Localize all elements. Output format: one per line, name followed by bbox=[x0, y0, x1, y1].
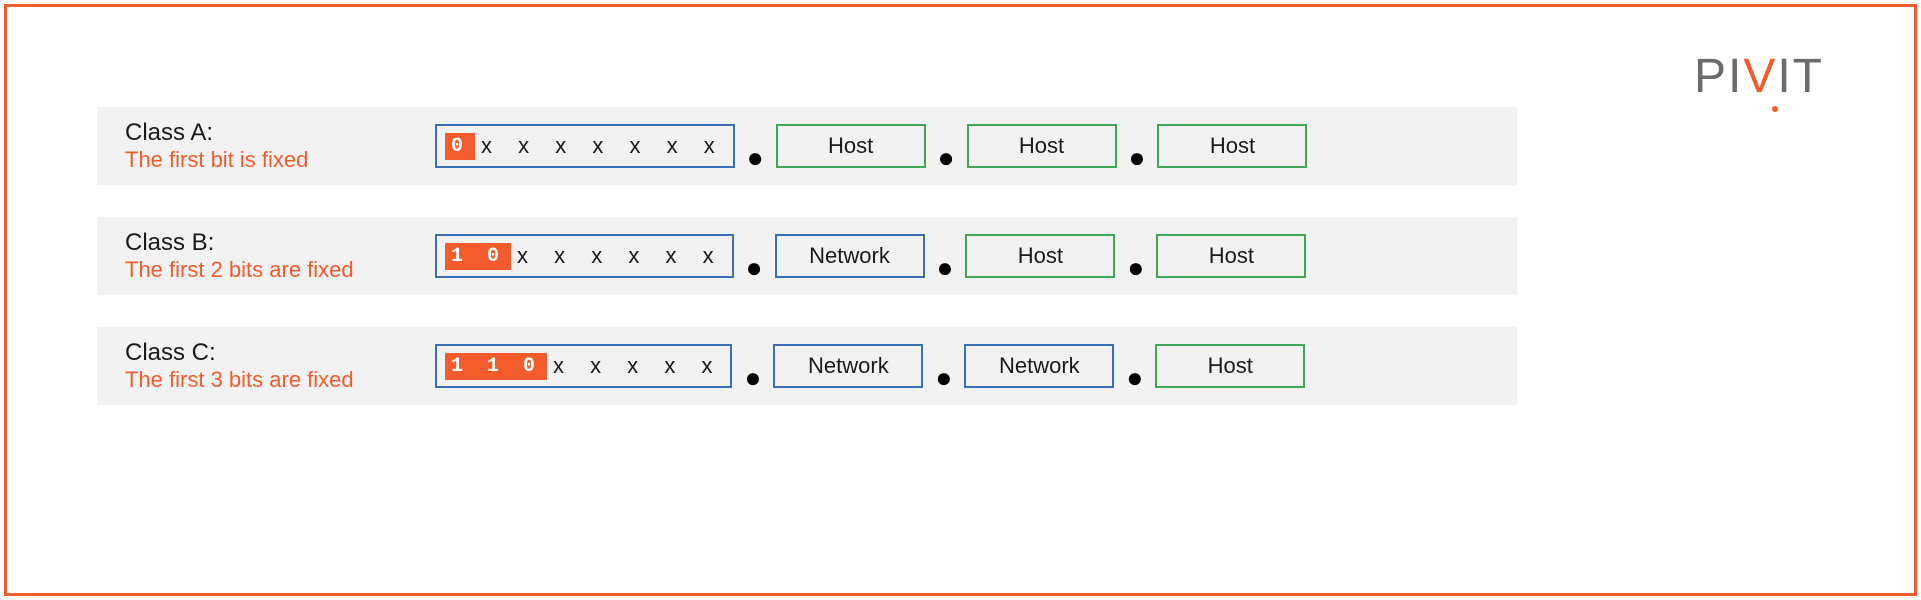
class-b-variable-bits: x x x x x x bbox=[517, 243, 724, 269]
class-c-subtitle: The first 3 bits are fixed bbox=[125, 367, 435, 393]
class-c-octet-4: Host bbox=[1155, 344, 1305, 388]
logo-letter-i1: I bbox=[1728, 50, 1743, 103]
class-a-octets: 0 x x x x x x x ● Host ● Host ● Host bbox=[435, 124, 1307, 168]
class-b-subtitle: The first 2 bits are fixed bbox=[125, 257, 435, 283]
class-b-row: Class B: The first 2 bits are fixed 1 0 … bbox=[97, 217, 1517, 295]
logo-letter-i2: I bbox=[1777, 50, 1792, 103]
dot-separator-icon: ● bbox=[744, 368, 761, 388]
diagram-frame: PIVIT Class A: The first bit is fixed 0 … bbox=[4, 4, 1917, 596]
class-a-fixed-bits: 0 bbox=[445, 133, 475, 160]
logo-letter-v: V bbox=[1743, 50, 1777, 103]
class-b-octet-2: Network bbox=[775, 234, 925, 278]
class-a-label: Class A: The first bit is fixed bbox=[125, 119, 435, 173]
dot-separator-icon: ● bbox=[938, 148, 955, 168]
class-b-octets: 1 0 x x x x x x ● Network ● Host ● Host bbox=[435, 234, 1306, 278]
class-b-title: Class B: bbox=[125, 229, 435, 257]
class-b-fixed-bits: 1 0 bbox=[445, 243, 511, 270]
class-a-title: Class A: bbox=[125, 119, 435, 147]
class-c-fixed-bits: 1 1 0 bbox=[445, 353, 547, 380]
dot-separator-icon: ● bbox=[747, 148, 764, 168]
dot-separator-icon: ● bbox=[1127, 258, 1144, 278]
dot-separator-icon: ● bbox=[1126, 368, 1143, 388]
class-a-octet-4: Host bbox=[1157, 124, 1307, 168]
class-a-subtitle: The first bit is fixed bbox=[125, 147, 435, 173]
logo-letter-t: T bbox=[1793, 50, 1824, 103]
class-b-first-octet: 1 0 x x x x x x bbox=[435, 234, 734, 278]
dot-separator-icon: ● bbox=[1129, 148, 1146, 168]
class-c-octet-3: Network bbox=[964, 344, 1114, 388]
dot-separator-icon: ● bbox=[935, 368, 952, 388]
class-a-octet-3: Host bbox=[967, 124, 1117, 168]
class-a-first-octet: 0 x x x x x x x bbox=[435, 124, 735, 168]
brand-logo: PIVIT bbox=[1694, 49, 1824, 104]
class-b-octet-4: Host bbox=[1156, 234, 1306, 278]
class-c-variable-bits: x x x x x bbox=[553, 353, 722, 379]
class-a-octet-2: Host bbox=[776, 124, 926, 168]
class-c-octet-2: Network bbox=[773, 344, 923, 388]
dot-separator-icon: ● bbox=[937, 258, 954, 278]
class-a-variable-bits: x x x x x x x bbox=[481, 133, 725, 159]
logo-dot-icon bbox=[1772, 106, 1778, 112]
class-c-title: Class C: bbox=[125, 339, 435, 367]
class-c-row: Class C: The first 3 bits are fixed 1 1 … bbox=[97, 327, 1517, 405]
logo-letter-p: P bbox=[1694, 50, 1728, 103]
class-a-row: Class A: The first bit is fixed 0 x x x … bbox=[97, 107, 1517, 185]
dot-separator-icon: ● bbox=[746, 258, 763, 278]
ip-class-list: Class A: The first bit is fixed 0 x x x … bbox=[97, 107, 1824, 405]
class-c-first-octet: 1 1 0 x x x x x bbox=[435, 344, 732, 388]
class-b-octet-3: Host bbox=[965, 234, 1115, 278]
class-b-label: Class B: The first 2 bits are fixed bbox=[125, 229, 435, 283]
class-c-label: Class C: The first 3 bits are fixed bbox=[125, 339, 435, 393]
class-c-octets: 1 1 0 x x x x x ● Network ● Network ● Ho… bbox=[435, 344, 1305, 388]
